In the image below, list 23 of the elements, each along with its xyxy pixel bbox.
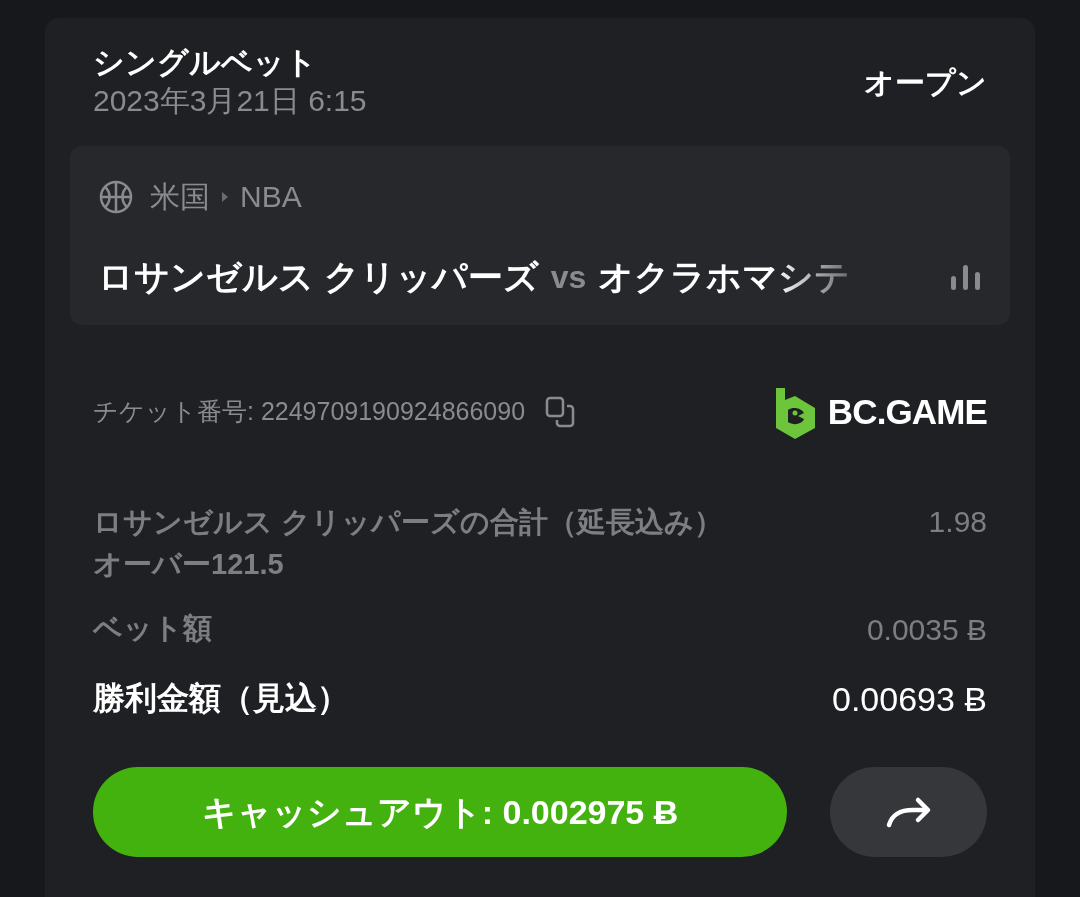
cashout-button[interactable]: キャッシュアウト: 0.002975 Ƀ [93, 767, 787, 857]
stake-label: ベット額 [93, 611, 212, 646]
versus-label: vs [550, 258, 587, 298]
country-label: 米国 [150, 179, 210, 215]
payout-value: 0.00693 Ƀ [831, 679, 987, 720]
selection-pick: オーバー121.5 [93, 547, 285, 582]
stats-icon[interactable] [950, 264, 982, 291]
share-arrow-icon [885, 796, 932, 828]
ticket-number: チケット番号: 2249709190924866090 [93, 396, 526, 428]
bet-status: オープン [864, 64, 987, 101]
market-name: ロサンゼルス クリッパーズの合計（延長込み） [93, 505, 724, 540]
caret-icon [220, 189, 230, 204]
stake-value: 0.0035 Ƀ [866, 612, 987, 648]
league-label: NBA [240, 179, 302, 215]
basketball-icon [98, 178, 134, 215]
copy-icon[interactable] [545, 396, 576, 428]
logo-icon [773, 385, 818, 439]
odds-value: 1.98 [928, 504, 987, 540]
home-team: ロサンゼルス クリッパーズ [98, 256, 539, 298]
bet-datetime: 2023年3月21日 6:15 [93, 83, 367, 119]
bet-type-title: シングルベット [93, 44, 318, 82]
payout-label: 勝利金額（見込） [93, 679, 349, 718]
brand-name: BC.GAME [827, 390, 987, 433]
